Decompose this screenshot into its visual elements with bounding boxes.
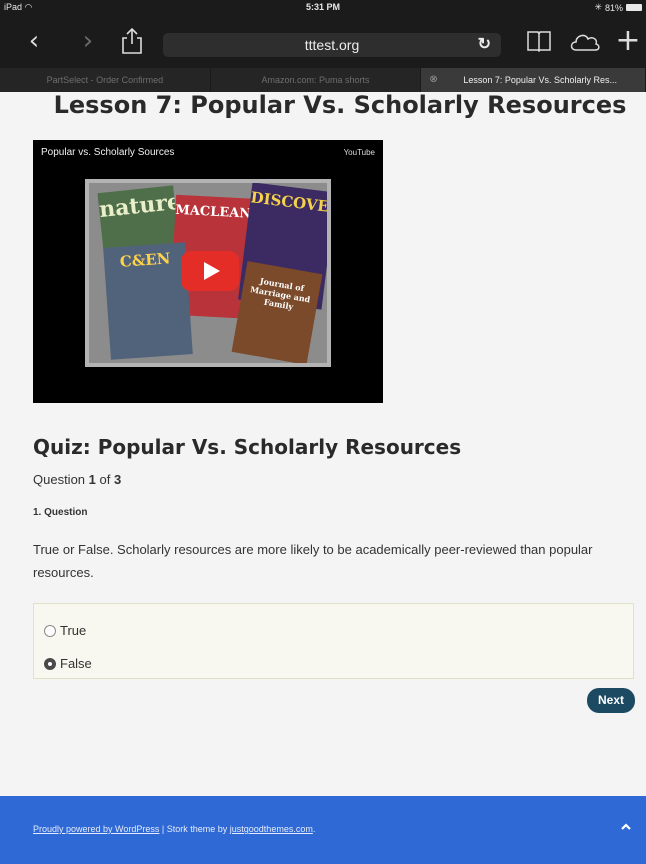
option-false[interactable]: False	[44, 647, 623, 680]
forward-icon[interactable]: ›	[76, 23, 100, 59]
video-thumbnail[interactable]: nature MACLEAN'S DISCOVER C&EN Journal o…	[85, 179, 331, 367]
url-text: tttest.org	[304, 37, 360, 53]
close-tab-icon[interactable]: ⊗	[429, 68, 437, 92]
cloud-tabs-icon[interactable]	[568, 23, 602, 59]
radio-true[interactable]	[44, 624, 56, 637]
wordpress-link[interactable]: Proudly powered by WordPress	[33, 824, 159, 834]
option-true-label: True	[60, 623, 87, 638]
option-true[interactable]: True	[44, 614, 623, 647]
magazine-cover-cen: C&EN	[103, 242, 193, 360]
tab-lesson[interactable]: ⊗ Lesson 7: Popular Vs. Scholarly Res...	[421, 68, 646, 92]
question-text: True or False. Scholarly resources are m…	[33, 542, 593, 580]
tab-lesson-label: Lesson 7: Popular Vs. Scholarly Res...	[463, 75, 617, 85]
magazine-cover-journal: Journal of Marriage and Family	[231, 261, 323, 363]
current-question: 1	[88, 472, 96, 487]
quiz-title: Quiz: Popular Vs. Scholarly Resources	[33, 435, 462, 459]
next-button[interactable]: Next	[587, 688, 635, 713]
video-title[interactable]: Popular vs. Scholarly Sources	[41, 147, 174, 158]
address-bar[interactable]: tttest.org ↻	[163, 33, 501, 57]
total-questions: 3	[114, 472, 122, 487]
tab-amazon[interactable]: Amazon.com: Puma shorts	[211, 68, 422, 92]
reload-icon[interactable]: ↻	[478, 33, 491, 57]
footer-credits: Proudly powered by WordPress | Stork the…	[33, 824, 316, 834]
video-player[interactable]: Popular vs. Scholarly Sources YouTube na…	[33, 140, 383, 403]
question-heading: 1. Question	[33, 507, 88, 518]
site-footer: Proudly powered by WordPress | Stork the…	[0, 796, 646, 864]
page-content: Lesson 7: Popular Vs. Scholarly Resource…	[0, 92, 646, 796]
new-tab-icon[interactable]: +	[614, 23, 642, 59]
play-icon[interactable]	[181, 251, 239, 291]
tab-partselect[interactable]: PartSelect - Order Confirmed	[0, 68, 211, 92]
option-false-label: False	[60, 656, 92, 671]
radio-false[interactable]	[44, 657, 56, 670]
browser-toolbar: ‹ › tttest.org ↻ +	[0, 16, 646, 68]
youtube-logo[interactable]: YouTube	[344, 148, 375, 157]
status-time: 5:31 PM	[305, 2, 340, 12]
lesson-title: Lesson 7: Popular Vs. Scholarly Resource…	[53, 91, 627, 119]
status-battery: ✳ 81%	[594, 2, 642, 13]
answer-options: True False	[33, 603, 634, 679]
battery-percent: 81%	[604, 2, 623, 13]
theme-link[interactable]: justgoodthemes.com	[230, 824, 313, 834]
question-counter: Question 1 of 3	[33, 472, 122, 487]
scroll-top-icon[interactable]	[619, 820, 633, 834]
status-bar: iPad ◠ 5:31 PM ✳ 81%	[0, 0, 646, 16]
battery-icon	[626, 4, 642, 11]
back-icon[interactable]: ‹	[22, 23, 46, 59]
share-icon[interactable]	[118, 23, 146, 59]
bluetooth-icon: ✳	[594, 2, 602, 12]
tab-bar: PartSelect - Order Confirmed Amazon.com:…	[0, 68, 646, 92]
bookmarks-icon[interactable]	[525, 23, 553, 59]
